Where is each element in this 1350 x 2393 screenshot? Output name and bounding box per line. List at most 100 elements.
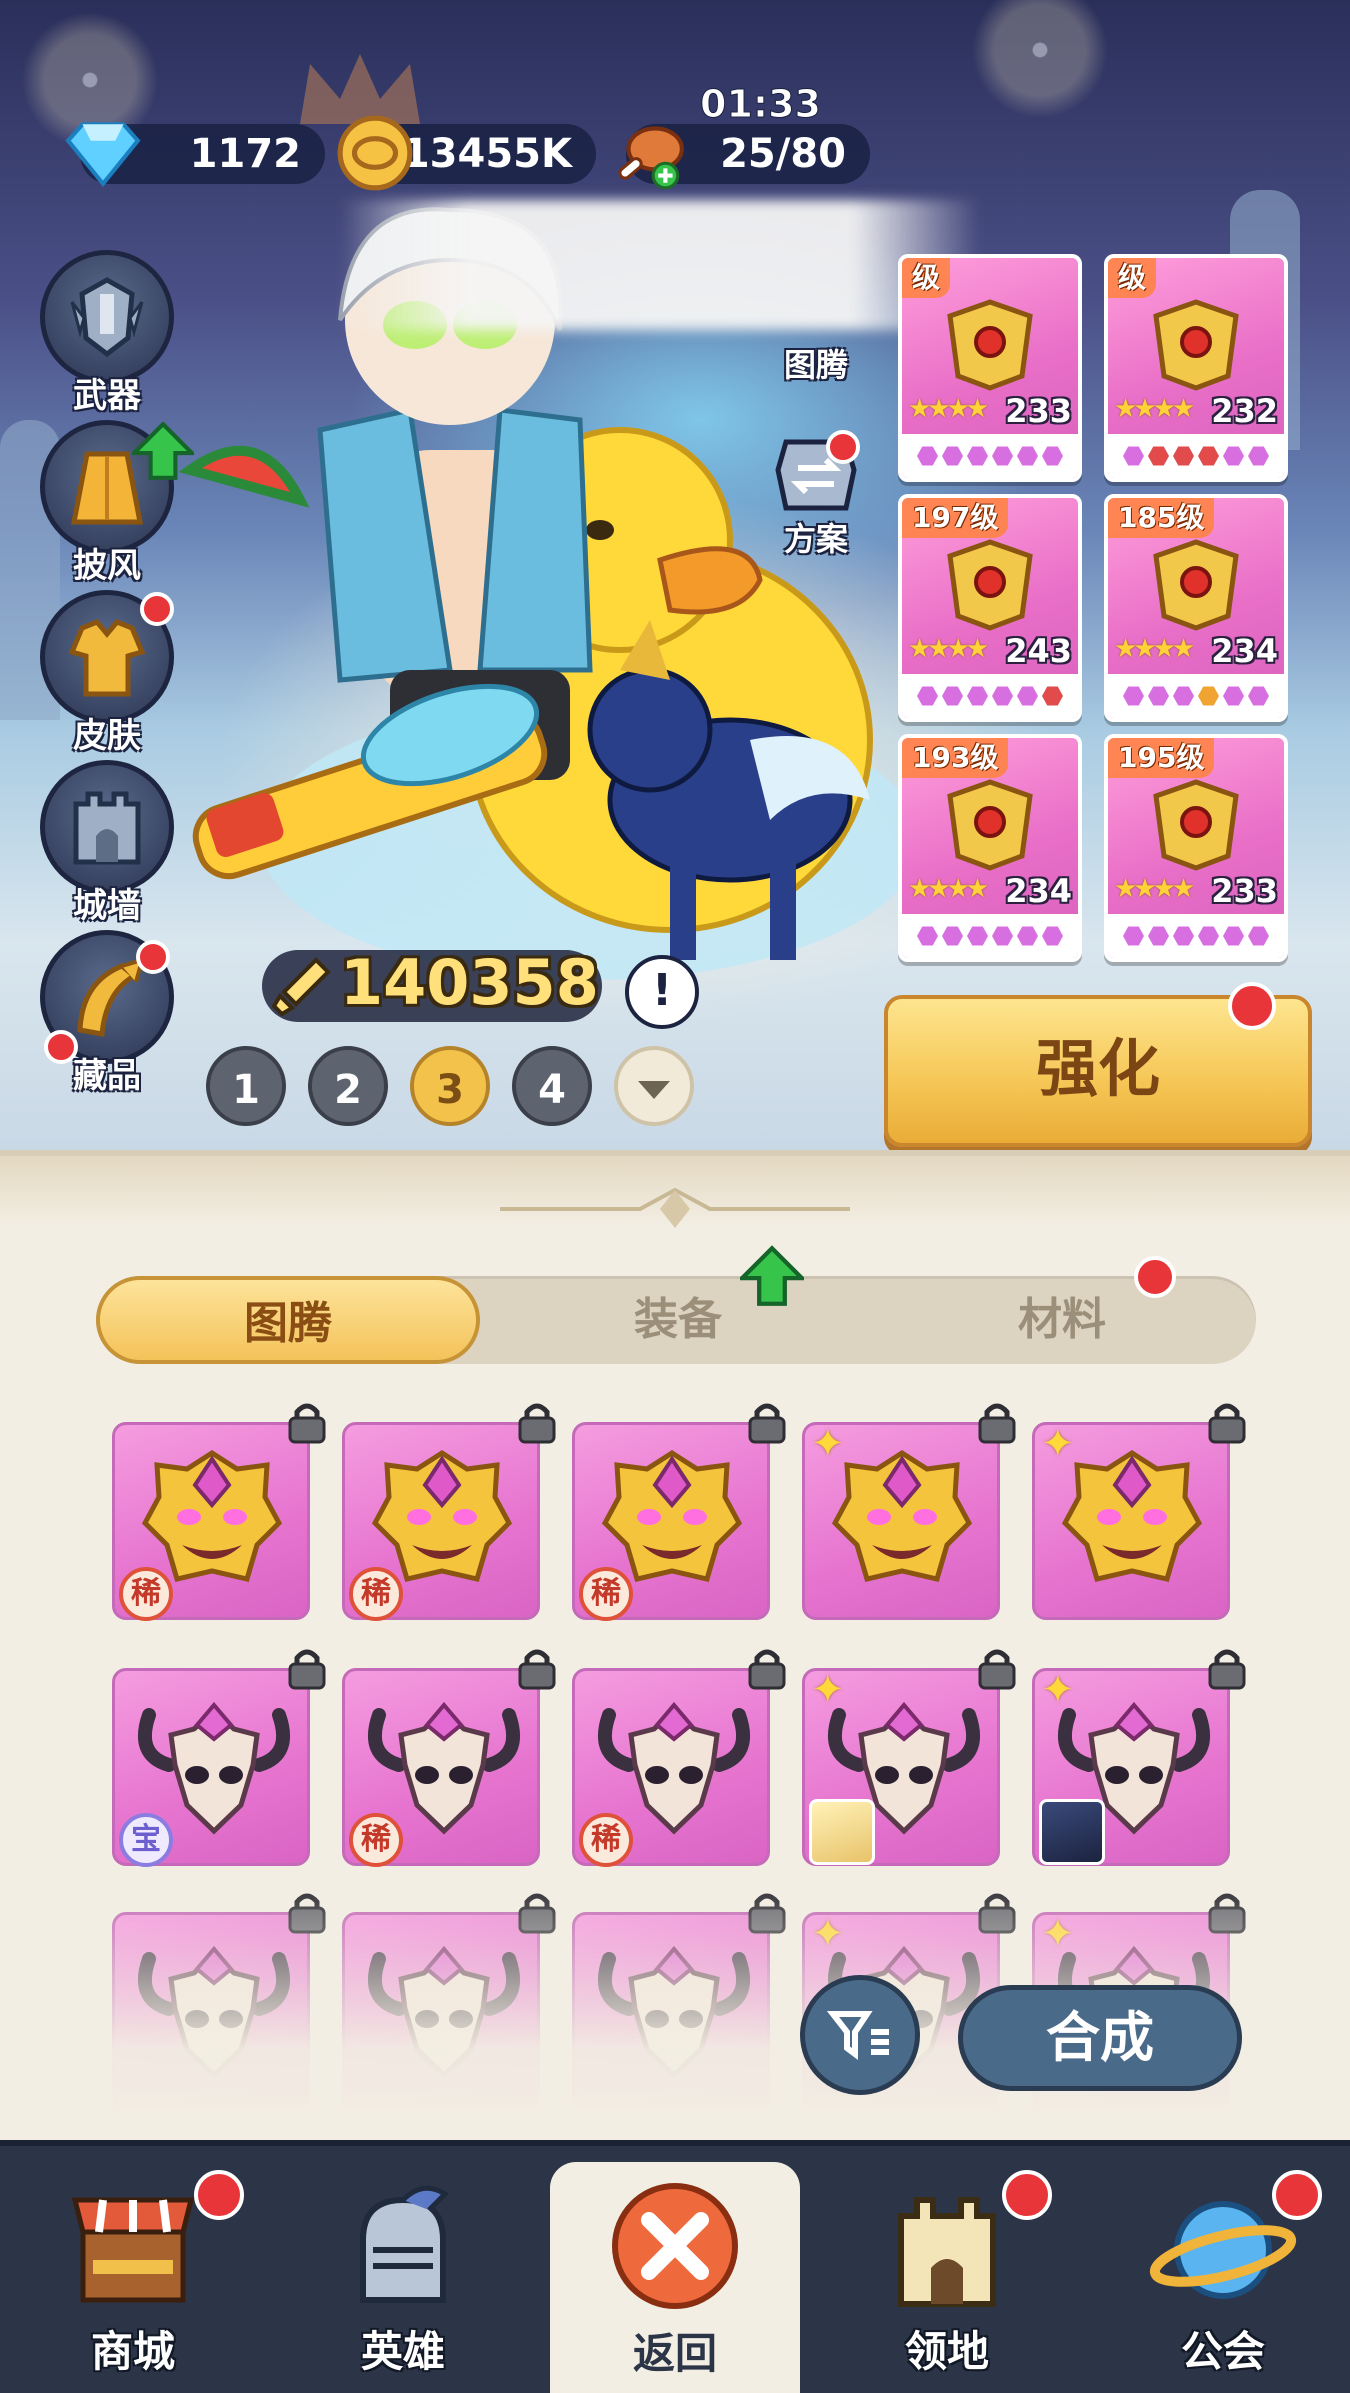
equipment-value: 234: [1211, 632, 1278, 670]
equipment-armor-icon: [947, 539, 1033, 631]
lion-totem-card[interactable]: 稀: [112, 1422, 310, 1621]
equipment-level: 195级: [1108, 738, 1215, 778]
equipment-gem-slots: [902, 674, 1078, 718]
equipment-level: 级: [902, 258, 951, 298]
tab-totem[interactable]: 图腾: [96, 1276, 480, 1364]
nav-hero-label: 英雄: [360, 2327, 445, 2376]
territory-tower-icon: [898, 2197, 996, 2307]
gem-slot: [1223, 686, 1244, 706]
side-menu-wall[interactable]: 城墙: [40, 760, 174, 927]
equipment-stars: ★★★★: [1114, 634, 1195, 664]
lock-icon[interactable]: [974, 1644, 1020, 1690]
equipment-stars: ★★★★: [1114, 394, 1195, 424]
sparkle-icon: ✦: [1041, 1421, 1075, 1467]
equipment-card[interactable]: 级 ★★★★ 232: [1104, 254, 1288, 482]
gold-coin-icon: [337, 115, 413, 191]
equipment-gem-slots: [1108, 674, 1284, 718]
rarity-tag: 稀: [579, 1567, 633, 1621]
game-screen: 1172 13455K 25/80 01:33 武器 披风 皮肤 城墙 藏品 图…: [0, 0, 1350, 2393]
nav-shop-label: 商城: [90, 2327, 175, 2376]
side-menu-wall-circle: [40, 760, 174, 894]
equipment-card[interactable]: 级 ★★★★ 233: [898, 254, 1082, 482]
gem-slot: [1042, 926, 1063, 946]
skull-totem-card[interactable]: 稀: [342, 1668, 540, 1867]
equipment-armor-icon: [1153, 779, 1239, 871]
gem-slot: [1017, 926, 1038, 946]
sparkle-icon: ✦: [811, 1667, 845, 1713]
nav-hero[interactable]: 英雄: [288, 2160, 518, 2393]
equipment-card[interactable]: 193级 ★★★★ 234: [898, 734, 1082, 962]
equipment-card[interactable]: 197级 ★★★★ 243: [898, 494, 1082, 722]
page-button-4[interactable]: 4: [512, 1046, 592, 1126]
right-menu-totem[interactable]: 图腾: [756, 290, 876, 386]
page-expand-button[interactable]: [614, 1046, 694, 1126]
tab-materials[interactable]: 材料: [870, 1276, 1254, 1364]
equipment-level: 193级: [902, 738, 1009, 778]
gem-slot: [967, 446, 988, 466]
lion-totem-card[interactable]: 稀: [572, 1422, 770, 1621]
lock-icon[interactable]: [974, 1398, 1020, 1444]
filter-button[interactable]: [800, 1975, 920, 2095]
side-menu-weapon-circle: [40, 250, 174, 384]
lock-icon[interactable]: [514, 1398, 560, 1444]
notification-dot: [1272, 2170, 1322, 2220]
upgrade-arrow-icon: [132, 422, 194, 480]
lion-totem-card[interactable]: 稀: [342, 1422, 540, 1621]
gem-slot: [1198, 686, 1219, 706]
skull-totem-card[interactable]: ✦: [1032, 1667, 1230, 1866]
meat-stamina-icon[interactable]: [608, 112, 690, 194]
gem-slot: [942, 926, 963, 946]
lock-icon[interactable]: [284, 1398, 330, 1444]
page-button-2[interactable]: 2: [308, 1046, 388, 1126]
blurred-banner: [340, 200, 980, 330]
equipment-level: 级: [1108, 258, 1157, 298]
page-button-3[interactable]: 3: [410, 1046, 490, 1126]
gem-slot: [992, 686, 1013, 706]
totem-icon: [756, 290, 876, 340]
nav-back-label: 返回: [632, 2329, 717, 2378]
stamina-amount: 25/80: [720, 131, 846, 177]
equipment-gem-slots: [1108, 434, 1284, 478]
skull-totem-card[interactable]: ✦: [802, 1667, 1000, 1866]
gem-slot: [942, 446, 963, 466]
lock-icon[interactable]: [1204, 1398, 1250, 1444]
diamond-amount: 1172: [189, 131, 301, 177]
equipment-card[interactable]: 195级 ★★★★ 233: [1104, 734, 1288, 962]
skull-totem-card[interactable]: 宝: [112, 1668, 310, 1867]
gem-slot: [917, 926, 938, 946]
tab-equipment[interactable]: 装备: [486, 1276, 870, 1364]
shop-stall-icon: [71, 2197, 195, 2303]
skull-totem-card[interactable]: 稀: [572, 1668, 770, 1867]
notification-dot: [194, 2170, 244, 2220]
lion-totem-card[interactable]: ✦: [1032, 1421, 1230, 1620]
equipment-value: 233: [1005, 392, 1072, 430]
equipment-value: 233: [1211, 872, 1278, 910]
nav-back[interactable]: 返回: [550, 2162, 800, 2393]
gem-slot: [1248, 686, 1269, 706]
lock-icon[interactable]: [744, 1398, 790, 1444]
lock-icon[interactable]: [514, 1644, 560, 1690]
gem-slot: [1223, 926, 1244, 946]
hero-avatar: [809, 1799, 875, 1865]
power-info-button[interactable]: !: [625, 955, 699, 1029]
rarity-tag: 稀: [349, 1813, 403, 1867]
diamond-icon: [65, 122, 141, 188]
gem-slot: [1017, 446, 1038, 466]
gem-slot: [1148, 926, 1169, 946]
equipment-gem-slots: [902, 914, 1078, 958]
equipment-card[interactable]: 185级 ★★★★ 234: [1104, 494, 1288, 722]
lion-totem-card[interactable]: ✦: [802, 1421, 1000, 1620]
page-button-1[interactable]: 1: [206, 1046, 286, 1126]
side-menu-wall-label: 城墙: [73, 886, 141, 926]
synthesize-button[interactable]: 合成: [958, 1985, 1242, 2091]
lock-icon[interactable]: [284, 1644, 330, 1690]
gem-slot: [1148, 686, 1169, 706]
notification-dot: [1134, 1256, 1176, 1298]
rarity-tag: 稀: [119, 1567, 173, 1621]
lock-icon[interactable]: [1204, 1644, 1250, 1690]
equipment-armor-icon: [1153, 299, 1239, 391]
lock-icon[interactable]: [744, 1644, 790, 1690]
rarity-tag: 宝: [119, 1813, 173, 1867]
side-menu-weapon[interactable]: 武器: [40, 250, 174, 417]
weapon-emblem-icon: [70, 277, 144, 358]
